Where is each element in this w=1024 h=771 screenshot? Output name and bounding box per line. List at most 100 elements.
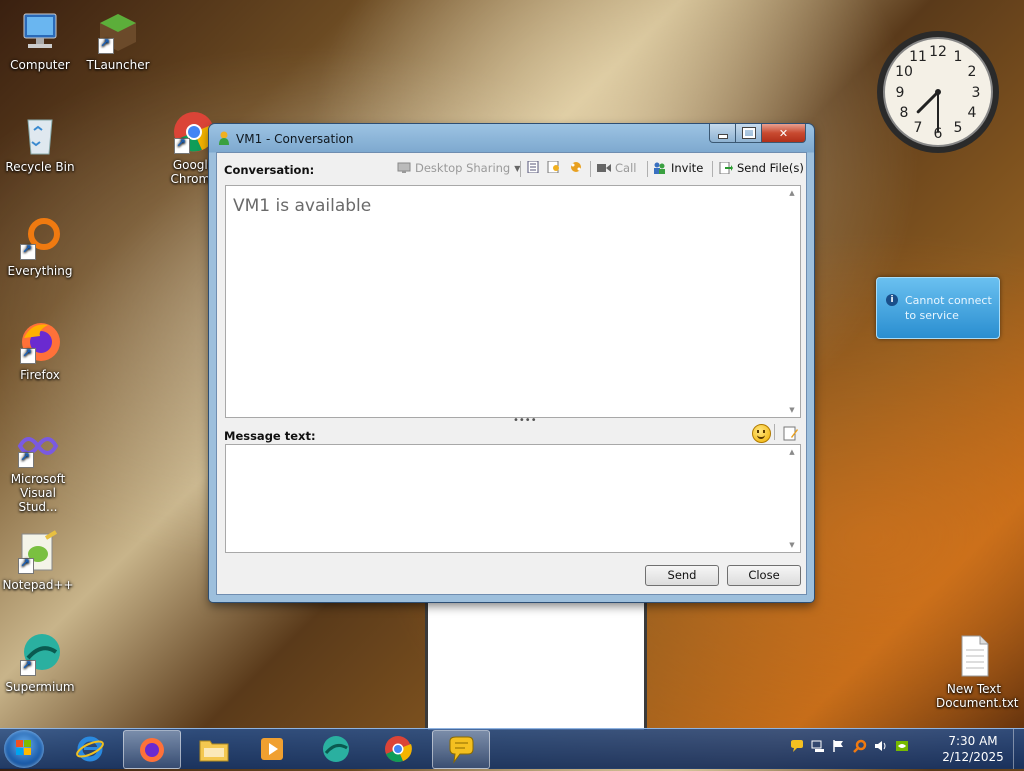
start-button[interactable] [4,730,44,768]
clock-gadget[interactable]: 12 1 2 345 678 9 10 11 [876,30,1000,154]
desktop-icon-recycle-bin[interactable]: Recycle Bin [2,112,78,174]
toolbar-separator [590,161,591,177]
shortcut-arrow-icon [98,36,114,54]
taskbar-clock[interactable]: 7:30 AM 2/12/2025 [930,733,1016,765]
desktop-icon-supermium[interactable]: Supermium [2,632,78,694]
search-tray-icon[interactable] [853,739,867,753]
desktop-icon-visual-studio[interactable]: Microsoft Visual Stud... [0,424,76,514]
desktop-sharing-button[interactable]: Desktop Sharing ▼ [397,161,520,175]
desktop-icon-label: Everything [7,264,73,278]
svg-text:11: 11 [909,49,927,65]
conversation-history[interactable]: VM1 is available ▲ ▼ [225,185,801,418]
supermium-icon [18,632,62,676]
send-button[interactable]: Send [645,565,719,586]
taskbar-supermium[interactable] [308,730,364,767]
chat-bubble-icon [449,736,474,764]
desktop-icon-firefox[interactable]: Firefox [2,320,78,382]
taskbar-internet-explorer[interactable] [62,730,118,767]
shortcut-arrow-icon [20,346,36,364]
desktop-icon-label: Microsoft Visual Stud... [10,472,66,514]
desktop-icon-label: TLauncher [86,58,150,72]
conversation-label: Conversation: [224,163,315,177]
message-scrollbar[interactable]: ▲ ▼ [784,445,800,552]
message-input[interactable] [226,445,786,552]
recycle-bin-icon [18,112,62,156]
games-button[interactable] [569,161,587,173]
window-client-area: Conversation: Desktop Sharing ▼ Call Inv… [216,152,807,595]
volume-icon[interactable] [874,739,888,753]
desktop-icon-tlauncher[interactable]: TLauncher [80,10,156,72]
desktop-icon-label: New Text Document.txt [936,682,1019,710]
network-icon[interactable] [811,739,825,753]
window-titlebar[interactable]: VM1 - Conversation ✕ [209,124,814,152]
background-window[interactable] [425,600,647,730]
taskbar-firefox[interactable] [123,730,181,769]
svg-text:9: 9 [896,85,905,101]
splitter-grip[interactable]: •••• [513,416,537,426]
scroll-down-icon[interactable]: ▼ [784,538,800,552]
computer-icon [18,10,62,54]
conversation-window: VM1 - Conversation ✕ Conversation: Deskt… [209,124,814,602]
action-center-flag-icon[interactable] [832,739,846,753]
desktop-icon-label: Supermium [5,680,75,694]
notes-button[interactable] [526,161,544,173]
scroll-up-icon[interactable]: ▲ [784,186,800,200]
contact-info-button[interactable] [547,161,565,173]
service-notice-gadget[interactable]: i Cannot connect to service [876,277,1000,339]
toolbar-separator [774,424,775,440]
maximize-button[interactable] [736,124,762,143]
send-files-button[interactable]: Send File(s) [719,161,804,175]
taskbar-messenger[interactable] [432,730,490,769]
call-label: Call [615,161,637,175]
notice-text: Cannot connect to service [905,294,992,322]
emoticon-button[interactable] [752,424,771,443]
invite-button[interactable]: Invite [653,161,703,175]
availability-status: VM1 is available [233,196,372,216]
send-file-icon [719,162,733,174]
show-desktop-button[interactable] [1013,729,1024,769]
everything-search-icon [18,216,62,260]
windows-logo-icon [16,740,31,755]
toolbar-separator [647,161,648,177]
scroll-up-icon[interactable]: ▲ [784,445,800,459]
desktop-icon-notepadpp[interactable]: Notepad++ [0,530,76,592]
shortcut-arrow-icon [20,242,36,260]
invite-label: Invite [671,161,704,175]
shortcut-arrow-icon [174,136,190,154]
nvidia-icon[interactable] [895,739,909,753]
desktop-icon-label: Firefox [20,368,60,382]
desktop-icon-everything[interactable]: Everything [2,216,78,278]
taskbar-chrome[interactable] [370,730,426,767]
contact-card-icon [547,161,559,173]
conversation-toolbar: Conversation: Desktop Sharing ▼ Call Inv… [217,153,806,183]
maximize-icon [741,127,756,139]
minimize-button[interactable] [709,124,736,143]
messenger-tray-icon[interactable] [790,739,804,753]
window-title: VM1 - Conversation [236,132,354,146]
media-player-icon [261,737,283,760]
desktop-icon-label: Computer [10,58,70,72]
call-button[interactable]: Call [597,161,636,175]
message-input-container: ▲ ▼ [225,444,801,553]
desktop-icon-computer[interactable]: Computer [2,10,78,72]
close-button[interactable]: Close [727,565,801,586]
desktop-sharing-icon [397,162,411,173]
conversation-scrollbar[interactable]: ▲ ▼ [784,186,800,417]
notes-icon [527,161,539,173]
scroll-down-icon[interactable]: ▼ [784,403,800,417]
visual-studio-icon [16,424,60,468]
close-window-button[interactable]: ✕ [762,124,806,143]
svg-text:2: 2 [968,64,977,80]
desktop-icon-new-text-document[interactable]: New Text Document.txt [936,634,1019,710]
taskbar-file-explorer[interactable] [186,730,242,767]
tlauncher-icon [96,10,140,54]
toolbar-separator [712,161,713,177]
messenger-app-icon [219,131,229,145]
taskbar: 7:30 AM 2/12/2025 [0,728,1024,769]
font-format-icon[interactable] [783,425,799,441]
desktop-icon-label: Recycle Bin [5,160,75,174]
firefox-icon [18,320,62,364]
info-icon: i [886,294,898,306]
svg-text:10: 10 [895,64,913,80]
taskbar-media-player[interactable] [244,730,300,767]
